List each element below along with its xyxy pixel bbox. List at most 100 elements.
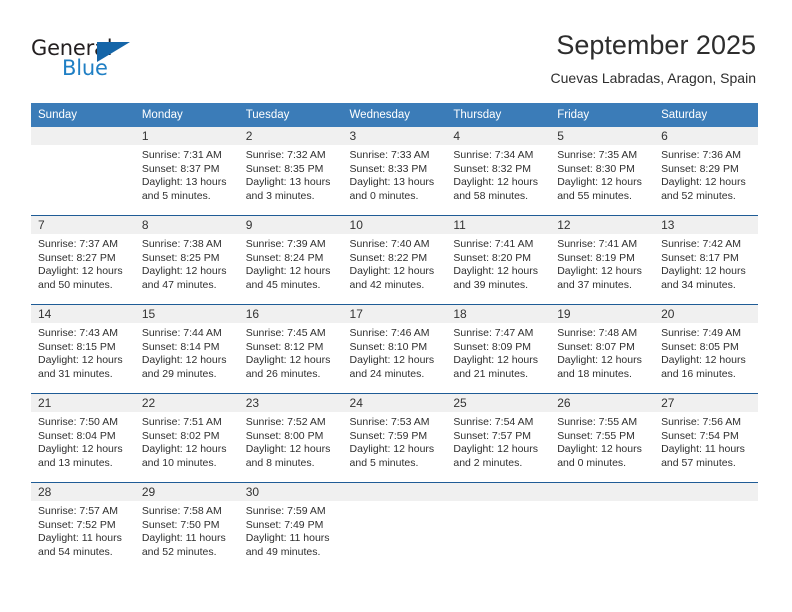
day-number: 6 — [654, 127, 758, 145]
calendar-day-cell[interactable]: 10 Sunrise: 7:40 AM Sunset: 8:22 PM Dayligh… — [342, 215, 447, 305]
daylight-text-line1: Daylight: 12 hours — [453, 443, 539, 456]
sunset-text: Sunset: 8:04 PM — [38, 429, 116, 442]
day-cell-details: Sunrise: 7:38 AM Sunset: 8:25 PM Daylight:… — [135, 234, 239, 292]
daylight-text-line2: and 10 minutes. — [141, 456, 217, 469]
day-number — [342, 483, 447, 501]
day-cell-inner: 3 Sunrise: 7:33 AM Sunset: 8:33 PM Daylight… — [342, 127, 447, 215]
title-block: September 2025 Cuevas Labradas, Aragon, … — [551, 28, 756, 87]
day-cell-inner: 6 Sunrise: 7:36 AM Sunset: 8:29 PM Daylight… — [654, 127, 758, 215]
sunset-text: Sunset: 7:52 PM — [38, 518, 116, 531]
day-cell-inner: 17 Sunrise: 7:46 AM Sunset: 8:10 PM Dayligh… — [342, 305, 447, 393]
daylight-text-line1: Daylight: 11 hours — [245, 532, 330, 545]
calendar-day-cell[interactable]: 25 Sunrise: 7:54 AM Sunset: 7:57 PM Dayligh… — [446, 393, 551, 483]
day-cell-details: Sunrise: 7:36 AM Sunset: 8:29 PM Daylight:… — [654, 145, 758, 203]
calendar-day-cell[interactable]: 6 Sunrise: 7:36 AM Sunset: 8:29 PM Daylight… — [654, 127, 758, 216]
sunset-text: Sunset: 7:59 PM — [349, 429, 428, 442]
day-cell-details: Sunrise: 7:56 AM Sunset: 7:54 PM Daylight:… — [654, 412, 758, 470]
calendar-day-cell[interactable]: 24 Sunrise: 7:53 AM Sunset: 7:59 PM Dayligh… — [342, 393, 447, 483]
calendar-day-cell[interactable]: 16 Sunrise: 7:45 AM Sunset: 8:12 PM Dayligh… — [238, 304, 343, 394]
sunset-text: Sunset: 8:02 PM — [141, 429, 220, 442]
day-cell-details: Sunrise: 7:53 AM Sunset: 7:59 PM Daylight:… — [343, 412, 447, 470]
general-blue-logo[interactable]: General Blue — [31, 36, 151, 82]
sunset-text: Sunset: 8:27 PM — [38, 251, 116, 264]
calendar-day-cell[interactable]: 9 Sunrise: 7:39 AM Sunset: 8:24 PM Daylight… — [238, 215, 343, 305]
calendar-day-cell[interactable]: 12 Sunrise: 7:41 AM Sunset: 8:19 PM Dayligh… — [550, 215, 655, 305]
day-cell-inner: 9 Sunrise: 7:39 AM Sunset: 8:24 PM Daylight… — [238, 216, 343, 304]
daylight-text-line2: and 50 minutes. — [38, 278, 113, 291]
calendar-day-cell[interactable]: 26 Sunrise: 7:55 AM Sunset: 7:55 PM Dayligh… — [550, 393, 655, 483]
day-number: 24 — [342, 394, 447, 412]
daylight-text-line2: and 16 minutes. — [661, 367, 736, 380]
day-cell-details: Sunrise: 7:58 AM Sunset: 7:50 PM Daylight:… — [135, 501, 239, 559]
day-cell-inner: 29 Sunrise: 7:58 AM Sunset: 7:50 PM Dayligh… — [134, 483, 239, 571]
sunset-text: Sunset: 7:49 PM — [245, 518, 324, 531]
calendar-day-cell[interactable]: 2 Sunrise: 7:32 AM Sunset: 8:35 PM Daylight… — [238, 127, 343, 216]
day-cell-inner: 28 Sunrise: 7:57 AM Sunset: 7:52 PM Dayligh… — [31, 483, 135, 571]
day-cell-inner: 1 Sunrise: 7:31 AM Sunset: 8:37 PM Daylight… — [134, 127, 239, 215]
day-cell-details: Sunrise: 7:45 AM Sunset: 8:12 PM Daylight:… — [239, 323, 343, 381]
calendar-day-cell[interactable]: 27 Sunrise: 7:56 AM Sunset: 7:54 PM Dayligh… — [654, 393, 758, 483]
day-cell-inner: 25 Sunrise: 7:54 AM Sunset: 7:57 PM Dayligh… — [446, 394, 551, 482]
calendar-day-cell[interactable]: 22 Sunrise: 7:51 AM Sunset: 8:02 PM Dayligh… — [134, 393, 239, 483]
page-subtitle: Cuevas Labradas, Aragon, Spain — [550, 70, 756, 86]
calendar-day-cell[interactable]: 18 Sunrise: 7:47 AM Sunset: 8:09 PM Dayligh… — [446, 304, 551, 394]
calendar-day-cell[interactable]: 23 Sunrise: 7:52 AM Sunset: 8:00 PM Dayligh… — [238, 393, 343, 483]
calendar-week-row: 7 Sunrise: 7:37 AM Sunset: 8:27 PM Daylight… — [31, 215, 758, 305]
daylight-text-line2: and 52 minutes. — [661, 189, 736, 202]
calendar-day-cell[interactable]: 21 Sunrise: 7:50 AM Sunset: 8:04 PM Dayligh… — [31, 393, 135, 483]
calendar-day-cell[interactable]: 3 Sunrise: 7:33 AM Sunset: 8:33 PM Daylight… — [342, 127, 447, 216]
day-number: 26 — [550, 394, 655, 412]
sunrise-text: Sunrise: 7:52 AM — [245, 416, 326, 428]
calendar-day-cell[interactable]: 8 Sunrise: 7:38 AM Sunset: 8:25 PM Daylight… — [134, 215, 239, 305]
day-cell-inner — [31, 127, 135, 215]
weekday-header-wednesday: Wednesday — [342, 103, 447, 127]
day-cell-details: Sunrise: 7:46 AM Sunset: 8:10 PM Daylight:… — [343, 323, 447, 381]
calendar-day-cell[interactable]: 19 Sunrise: 7:48 AM Sunset: 8:07 PM Dayligh… — [550, 304, 655, 394]
sunrise-text: Sunrise: 7:51 AM — [141, 416, 222, 428]
daylight-text-line2: and 34 minutes. — [661, 278, 736, 291]
sunrise-text: Sunrise: 7:59 AM — [245, 505, 326, 517]
day-cell-inner: 22 Sunrise: 7:51 AM Sunset: 8:02 PM Dayligh… — [134, 394, 239, 482]
day-number: 8 — [134, 216, 239, 234]
sunset-text: Sunset: 8:07 PM — [557, 340, 635, 353]
sunrise-text: Sunrise: 7:56 AM — [661, 416, 742, 428]
sunset-text: Sunset: 8:25 PM — [141, 251, 220, 264]
daylight-text-line1: Daylight: 12 hours — [661, 176, 746, 189]
day-cell-details — [31, 145, 135, 149]
daylight-text-line1: Daylight: 12 hours — [557, 443, 642, 456]
calendar-day-cell[interactable]: 1 Sunrise: 7:31 AM Sunset: 8:37 PM Daylight… — [134, 127, 239, 216]
day-number — [31, 127, 135, 145]
calendar-day-cell[interactable]: 5 Sunrise: 7:35 AM Sunset: 8:30 PM Daylight… — [550, 127, 655, 216]
calendar-day-cell[interactable]: 30 Sunrise: 7:59 AM Sunset: 7:49 PM Dayligh… — [238, 482, 343, 571]
daylight-text-line1: Daylight: 12 hours — [245, 443, 331, 456]
daylight-text-line2: and 55 minutes. — [557, 189, 632, 202]
daylight-text-line2: and 47 minutes. — [141, 278, 217, 291]
calendar-day-cell[interactable]: 4 Sunrise: 7:34 AM Sunset: 8:32 PM Daylight… — [446, 127, 551, 216]
calendar-day-cell[interactable]: 28 Sunrise: 7:57 AM Sunset: 7:52 PM Dayligh… — [31, 482, 135, 571]
calendar-day-cell[interactable]: 13 Sunrise: 7:42 AM Sunset: 8:17 PM Dayligh… — [654, 215, 758, 305]
sunrise-text: Sunrise: 7:36 AM — [661, 149, 742, 161]
calendar-day-cell[interactable]: 29 Sunrise: 7:58 AM Sunset: 7:50 PM Dayligh… — [134, 482, 239, 571]
day-number: 14 — [31, 305, 135, 323]
day-cell-details: Sunrise: 7:57 AM Sunset: 7:52 PM Daylight:… — [31, 501, 135, 559]
day-cell-inner — [342, 483, 447, 571]
daylight-text-line2: and 8 minutes. — [245, 456, 315, 469]
calendar-day-cell[interactable]: 20 Sunrise: 7:49 AM Sunset: 8:05 PM Dayligh… — [654, 304, 758, 394]
sunset-text: Sunset: 8:14 PM — [141, 340, 220, 353]
daylight-text-line1: Daylight: 12 hours — [349, 443, 435, 456]
day-cell-inner: 13 Sunrise: 7:42 AM Sunset: 8:17 PM Dayligh… — [654, 216, 758, 304]
sunset-text: Sunset: 7:55 PM — [557, 429, 635, 442]
weekday-header-friday: Friday — [550, 103, 655, 127]
calendar-day-cell[interactable]: 14 Sunrise: 7:43 AM Sunset: 8:15 PM Dayligh… — [31, 304, 135, 394]
sunrise-text: Sunrise: 7:44 AM — [141, 327, 222, 339]
calendar-header-row: Sunday Monday Tuesday Wednesday Thursday Frid… — [31, 103, 758, 127]
sunrise-text: Sunrise: 7:39 AM — [245, 238, 326, 250]
daylight-text-line1: Daylight: 12 hours — [453, 354, 539, 367]
daylight-text-line1: Daylight: 11 hours — [661, 443, 745, 456]
calendar-day-cell[interactable]: 7 Sunrise: 7:37 AM Sunset: 8:27 PM Daylight… — [31, 215, 135, 305]
calendar-day-cell[interactable]: 11 Sunrise: 7:41 AM Sunset: 8:20 PM Dayligh… — [446, 215, 551, 305]
weekday-header-monday: Monday — [134, 103, 239, 127]
calendar-day-cell[interactable]: 17 Sunrise: 7:46 AM Sunset: 8:10 PM Dayligh… — [342, 304, 447, 394]
sunrise-text: Sunrise: 7:55 AM — [557, 416, 638, 428]
calendar-day-cell[interactable]: 15 Sunrise: 7:44 AM Sunset: 8:14 PM Dayligh… — [134, 304, 239, 394]
